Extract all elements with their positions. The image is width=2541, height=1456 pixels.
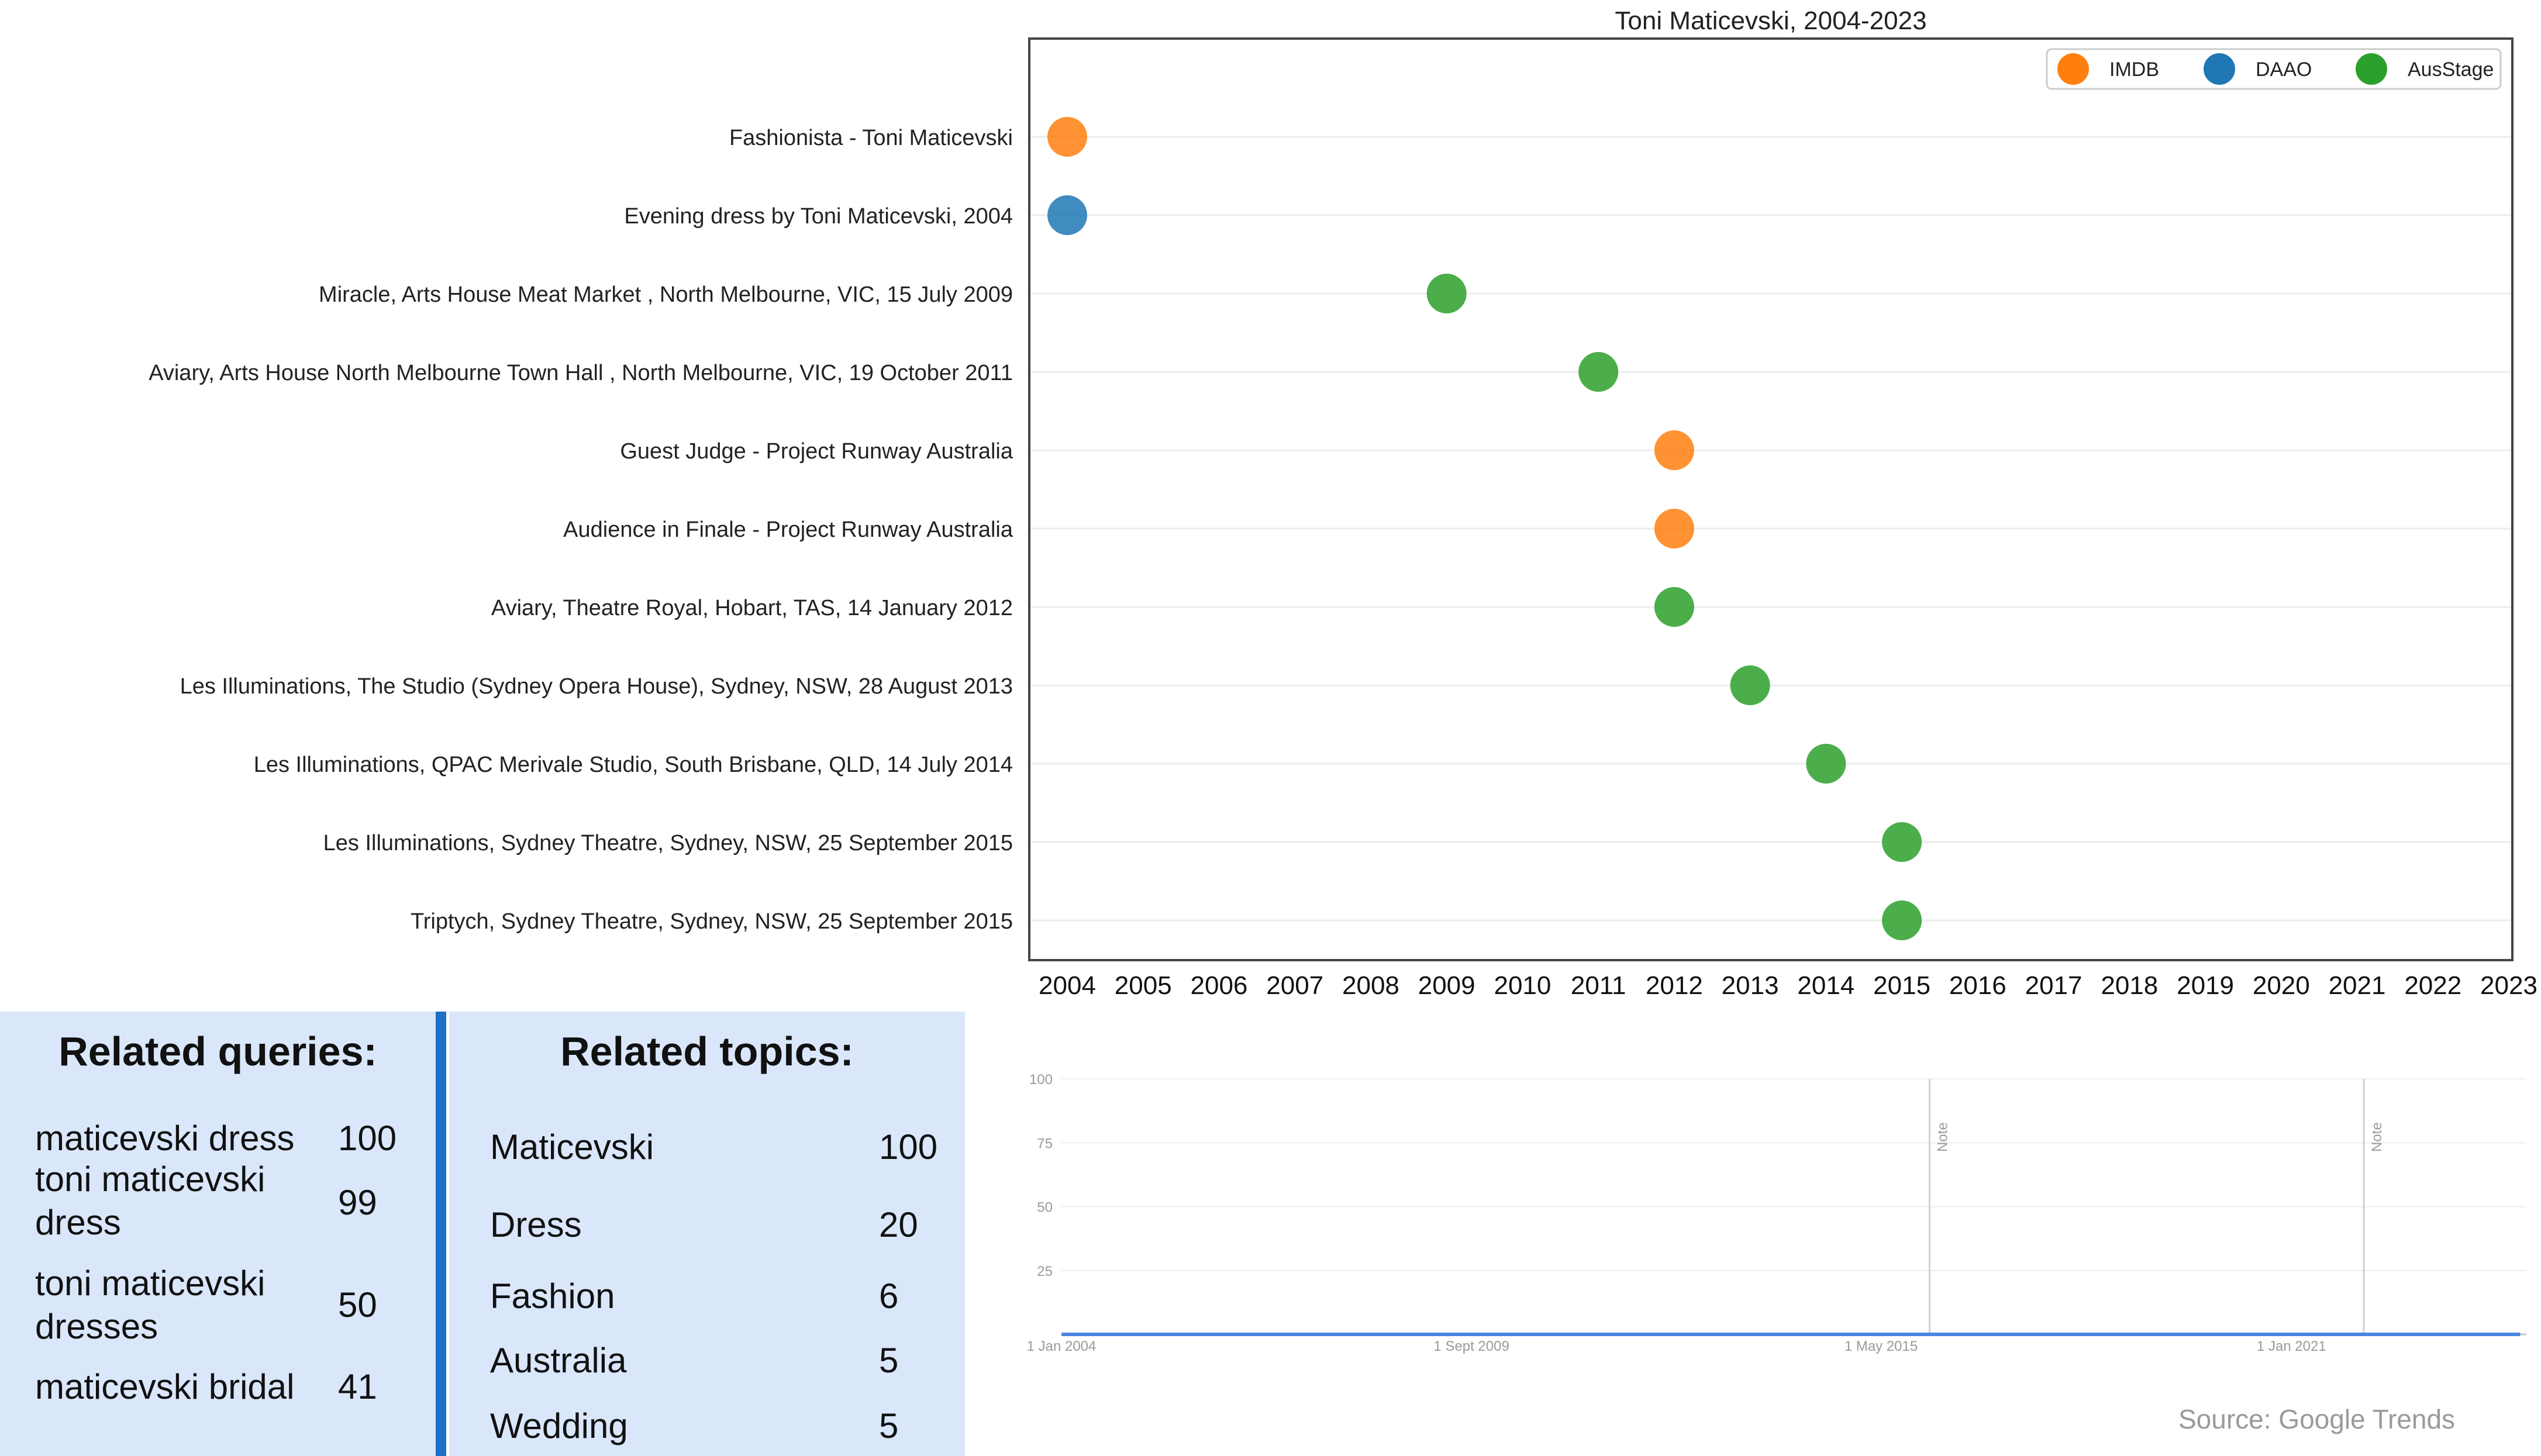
trends-x-tick-labels: 1 Jan 2004 1 Sept 2009 1 May 2015 1 Jan 202… <box>1027 1338 2326 1354</box>
related-queries-title: Related queries: <box>58 1029 377 1074</box>
timeline-point-imdb <box>1654 430 1694 470</box>
timeline-event-label: Aviary, Arts House North Melbourne Town … <box>149 361 1013 385</box>
topic-item-value: 100 <box>879 1127 938 1167</box>
trends-y-tick: 50 <box>1037 1200 1053 1216</box>
timeline-event-label: Aviary, Theatre Royal, Hobart, TAS, 14 J… <box>491 596 1013 620</box>
query-item-label: toni maticevski dress <box>35 1160 266 1242</box>
timeline-x-tick: 2018 <box>2101 971 2158 1000</box>
timeline-point-ausstage <box>1882 900 1922 940</box>
timeline-x-tick: 2014 <box>1797 971 1854 1000</box>
legend-marker-daao <box>2204 53 2235 85</box>
timeline-x-tick: 2015 <box>1873 971 1930 1000</box>
trends-y-tick: 25 <box>1037 1264 1053 1279</box>
timeline-x-tick: 2005 <box>1115 971 1172 1000</box>
timeline-point-ausstage <box>1882 822 1922 862</box>
timeline-x-tick: 2021 <box>2329 971 2386 1000</box>
panel-divider <box>436 1012 446 1456</box>
timeline-event-label: Triptych, Sydney Theatre, Sydney, NSW, 2… <box>411 909 1013 934</box>
timeline-x-tick: 2016 <box>1949 971 2006 1000</box>
timeline-event-label: Miracle, Arts House Meat Market , North … <box>319 282 1013 307</box>
trends-note-label: Note <box>2369 1122 2385 1152</box>
timeline-event-label: Fashionista - Toni Maticevski <box>729 126 1013 150</box>
timeline-event-label: Evening dress by Toni Maticevski, 2004 <box>624 204 1013 229</box>
related-topics-title: Related topics: <box>560 1029 854 1074</box>
topic-item-value: 6 <box>879 1276 899 1316</box>
query-item-label: toni maticevski dresses <box>35 1264 266 1346</box>
timeline-point-ausstage <box>1578 352 1619 392</box>
related-topics-panel: Related topics: Maticevski 100 Dress 20 … <box>449 1012 965 1456</box>
timeline-event-label: Les Illuminations, The Studio (Sydney Op… <box>180 674 1013 699</box>
timeline-x-tick: 2006 <box>1191 971 1248 1000</box>
timeline-plot-frame <box>1028 37 2514 961</box>
timeline-x-tick: 2020 <box>2253 971 2310 1000</box>
topic-item-value: 5 <box>879 1341 899 1380</box>
timeline-point-ausstage <box>1654 587 1694 627</box>
timeline-x-tick: 2008 <box>1342 971 1399 1000</box>
trends-y-tick: 75 <box>1037 1136 1053 1151</box>
topic-item-label: Wedding <box>490 1406 628 1445</box>
trends-x-tick: 1 Sept 2009 <box>1433 1338 1509 1354</box>
topic-item-value: 5 <box>879 1406 899 1445</box>
timeline-point-ausstage <box>1806 744 1846 784</box>
timeline-title: Toni Maticevski, 2004-2023 <box>1615 6 1926 35</box>
timeline-x-tick: 2010 <box>1494 971 1551 1000</box>
timeline-event-label: Les Illuminations, QPAC Merivale Studio,… <box>254 753 1013 777</box>
timeline-x-tick: 2022 <box>2404 971 2461 1000</box>
trends-x-tick: 1 May 2015 <box>1844 1338 1918 1354</box>
timeline-point-daao <box>1047 195 1087 235</box>
query-item-value: 41 <box>338 1367 377 1406</box>
query-item-value: 100 <box>338 1119 397 1158</box>
query-item-label: maticevski bridal <box>35 1367 295 1406</box>
timeline-point-ausstage <box>1730 665 1770 705</box>
legend-marker-ausstage <box>2356 53 2387 85</box>
timeline-event-labels: Fashionista - Toni Maticevski Evening dre… <box>149 126 1013 934</box>
topic-item-label: Fashion <box>490 1276 615 1316</box>
timeline-x-tick: 2007 <box>1266 971 1323 1000</box>
trends-y-tick-labels: 25 50 75 100 <box>1029 1072 1053 1279</box>
timeline-x-tick: 2011 <box>1571 971 1626 1000</box>
timeline-event-label: Audience in Finale - Project Runway Aust… <box>563 517 1013 542</box>
timeline-x-tick: 2013 <box>1722 971 1779 1000</box>
timeline-gridlines <box>1030 136 2511 922</box>
query-item-value: 50 <box>338 1285 377 1324</box>
timeline-point-ausstage <box>1426 274 1467 313</box>
trends-note-label: Note <box>1935 1122 1951 1152</box>
legend-label: IMDB <box>2109 58 2159 81</box>
timeline-x-tick: 2012 <box>1646 971 1703 1000</box>
source-note: Source: Google Trends <box>2178 1404 2456 1434</box>
timeline-x-tick: 2019 <box>2177 971 2234 1000</box>
topic-item-label: Maticevski <box>490 1127 654 1167</box>
legend-label: DAAO <box>2256 58 2312 81</box>
trends-gridlines <box>1061 1078 2526 1336</box>
timeline-x-tick: 2023 <box>2480 971 2537 1000</box>
timeline-legend: IMDB DAAO AusStage <box>2046 48 2502 90</box>
timeline-x-tick-labels: 2004 2005 2006 2007 2008 2009 2010 2011 2012 2013… <box>1039 971 2537 1000</box>
query-item-label: maticevski dress <box>35 1119 295 1158</box>
timeline-x-tick: 2004 <box>1039 971 1096 1000</box>
timeline-point-imdb <box>1047 117 1087 157</box>
trends-x-tick: 1 Jan 2004 <box>1027 1338 1097 1354</box>
related-queries-panel: Related queries: maticevski dress 100 to… <box>0 1012 436 1456</box>
legend-label: AusStage <box>2408 58 2494 81</box>
timeline-x-tick: 2009 <box>1418 971 1475 1000</box>
topic-item-label: Australia <box>490 1341 627 1380</box>
topic-item-label: Dress <box>490 1205 582 1244</box>
timeline-point-imdb <box>1654 509 1694 548</box>
timeline-event-label: Guest Judge - Project Runway Australia <box>620 439 1013 464</box>
topic-item-value: 20 <box>879 1205 918 1244</box>
legend-marker-imdb <box>2057 53 2089 85</box>
timeline-event-label: Les Illuminations, Sydney Theatre, Sydne… <box>323 831 1013 855</box>
trends-x-tick: 1 Jan 2021 <box>2257 1338 2326 1354</box>
timeline-x-tick: 2017 <box>2025 971 2083 1000</box>
trends-y-tick: 100 <box>1029 1072 1053 1088</box>
query-item-value: 99 <box>338 1183 377 1222</box>
timeline-scatter-chart: Toni Maticevski, 2004-2023 Fashionista -… <box>149 6 2537 1000</box>
trends-line-chart: Note Note 25 50 75 100 1 Jan 2004 1 Sept 2009… <box>1027 1072 2526 1354</box>
